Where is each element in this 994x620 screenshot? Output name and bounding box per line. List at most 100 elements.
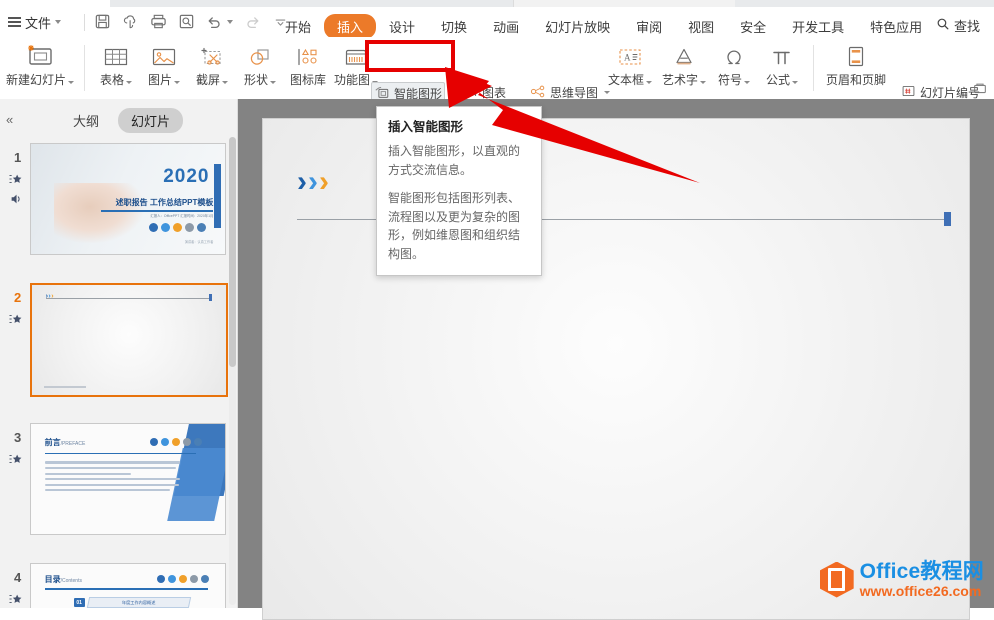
slide-markers-1 [9, 172, 23, 209]
undo-icon[interactable] [206, 13, 223, 30]
slide2-accent [209, 293, 213, 301]
slide-chevron-decoration: › › › [297, 167, 329, 197]
panel-tab-bar: 大纲 幻灯片 [60, 108, 184, 133]
chevron-2: › [308, 165, 318, 198]
hamburger-icon [8, 17, 21, 27]
document-tab-1[interactable] [0, 0, 111, 7]
current-slide-canvas[interactable]: › › › [262, 118, 970, 620]
ribbon-tab-view[interactable]: 视图 [675, 14, 727, 39]
ribbon-tab-insert[interactable]: 插入 [324, 14, 377, 39]
slide-number-3: 3 [14, 430, 22, 445]
table-label: 表格 [99, 73, 124, 87]
header-footer-button[interactable]: 页眉和页脚 [822, 42, 890, 88]
formula-button[interactable]: 公式 [758, 42, 806, 88]
undo-dropdown-chevron-icon[interactable] [227, 19, 233, 24]
slide-editor-area: › › › [238, 99, 994, 620]
ribbon-separator-1 [84, 45, 85, 91]
document-tab-3[interactable] [288, 0, 514, 7]
ribbon-tab-transition[interactable]: 切换 [428, 14, 480, 39]
print-preview-icon[interactable] [178, 13, 195, 30]
animation-star-icon [9, 312, 23, 329]
chevron-down-icon [222, 81, 228, 84]
audio-icon [9, 192, 23, 209]
find-label: 查找 [953, 19, 980, 34]
document-tab-4[interactable] [735, 0, 966, 7]
slide3-body-text [44, 461, 181, 494]
ribbon-tab-review[interactable]: 审阅 [623, 14, 675, 39]
find-button[interactable]: 查找 [936, 16, 980, 35]
tooltip-paragraph-2: 智能图形包括图形列表、流程图以及更为复杂的图形，例如维恩图和组织结构图。 [388, 191, 521, 261]
table-icon [92, 42, 140, 71]
ribbon-tab-start[interactable]: 开始 [272, 14, 324, 39]
slide-thumbnail-2[interactable]: › › › [30, 283, 228, 397]
save-icon[interactable] [94, 13, 111, 30]
slide-thumbnail-4[interactable]: 目录/Contents 01年度工作内容概述 02工作完成情况情况 03成功项目… [30, 563, 226, 608]
slide4-divider [44, 588, 208, 590]
thumbnail-canvas-2: › › › [30, 283, 228, 397]
slide1-divider [100, 210, 214, 212]
ribbon-tab-developer[interactable]: 开发工具 [779, 14, 857, 39]
redo-icon [244, 13, 261, 30]
slide-navigator-panel: « 大纲 幻灯片 1 2020 述职报告 工作总结PPT模板 汇报人：Offic… [0, 99, 238, 608]
document-tab-strip [0, 0, 994, 7]
slide-markers-3 [9, 452, 23, 469]
ribbon-tab-design[interactable]: 设计 [376, 14, 428, 39]
collapse-panel-button[interactable]: « [6, 112, 13, 127]
thumbnail-canvas-1: 2020 述职报告 工作总结PPT模板 汇报人：OfficePPT 汇报时间：2… [30, 143, 226, 255]
watermark-logo: Office教程网 www.office26.com [819, 561, 984, 598]
print-icon[interactable] [150, 13, 167, 30]
screenshot-button[interactable]: 截屏 [188, 42, 236, 88]
picture-button[interactable]: 图片 [140, 42, 188, 88]
new-slide-label: 新建幻灯片 [5, 73, 66, 87]
slide-number-1: 1 [14, 150, 22, 165]
tooltip-paragraph-1: 插入智能图形，以直观的方式交流信息。 [388, 144, 521, 177]
panel-tab-slides[interactable]: 幻灯片 [118, 108, 184, 133]
chevron-3: › [319, 165, 329, 198]
file-menu-button[interactable]: 文件 [8, 10, 62, 34]
shapes-label: 形状 [243, 73, 268, 87]
ribbon-tab-security[interactable]: 安全 [727, 14, 779, 39]
symbol-button[interactable]: 符号 [710, 42, 758, 88]
ribbon-tab-animation[interactable]: 动画 [480, 14, 532, 39]
ribbon-tab-featured-apps[interactable]: 特色应用 [857, 14, 935, 39]
icon-library-icon [284, 42, 332, 71]
panel-tab-outline[interactable]: 大纲 [60, 108, 112, 133]
slide-number-4: 4 [14, 570, 22, 585]
textbox-button[interactable]: A 文本框 [602, 42, 658, 88]
screenshot-label: 截屏 [195, 73, 220, 87]
svg-text:A: A [624, 52, 631, 62]
animation-star-icon [9, 172, 23, 189]
document-tab-2[interactable] [110, 0, 289, 7]
table-button[interactable]: 表格 [92, 42, 140, 88]
object-icon[interactable] [972, 81, 989, 98]
slide3-title: 前言/PREFACE [44, 438, 86, 448]
slide-thumbnail-list: 1 2020 述职报告 工作总结PPT模板 汇报人：OfficePPT 汇报时间… [0, 135, 229, 608]
slide1-year: 2020 [163, 166, 210, 187]
slide1-footer: 演讲者：认真工作者 [184, 240, 214, 245]
cloud-sync-icon[interactable] [122, 13, 139, 30]
wordart-button[interactable]: 艺术字 [658, 42, 710, 88]
slide-thumbnail-3[interactable]: 前言/PREFACE [30, 423, 226, 535]
slide1-title: 述职报告 工作总结PPT模板 [115, 197, 214, 207]
shapes-button[interactable]: 形状 [236, 42, 284, 88]
smartart-tooltip: 插入智能图形 插入智能图形，以直观的方式交流信息。 智能图形包括图形列表、流程图… [376, 106, 542, 276]
wordart-icon [658, 42, 710, 71]
formula-label: 公式 [765, 73, 790, 87]
slide-markers-4 [9, 592, 23, 608]
icon-library-button[interactable]: 图标库 [284, 42, 332, 88]
new-slide-button[interactable]: 新建幻灯片 [4, 41, 76, 88]
chevron-down-icon [68, 81, 74, 84]
chevron-down-icon [174, 81, 180, 84]
function-chart-label: 功能图 [333, 73, 370, 87]
annotation-highlight-box [365, 40, 455, 72]
document-tab-5[interactable] [965, 0, 994, 7]
panel-scrollbar-thumb[interactable] [229, 137, 236, 367]
formula-icon [758, 42, 806, 71]
ribbon-tab-slideshow[interactable]: 幻灯片放映 [532, 14, 623, 39]
wps-presentation-window: 文件 开始 插入 设计 切换 动画 幻灯片放映 审阅 视图 安全 开发工具 特色… [0, 0, 994, 620]
slide-thumbnail-1[interactable]: 2020 述职报告 工作总结PPT模板 汇报人：OfficePPT 汇报时间：2… [30, 143, 226, 255]
ribbon-separator-2 [813, 45, 814, 91]
panel-scrollbar[interactable] [229, 137, 236, 605]
slide-markers-2 [9, 312, 23, 329]
screenshot-icon [188, 42, 236, 71]
